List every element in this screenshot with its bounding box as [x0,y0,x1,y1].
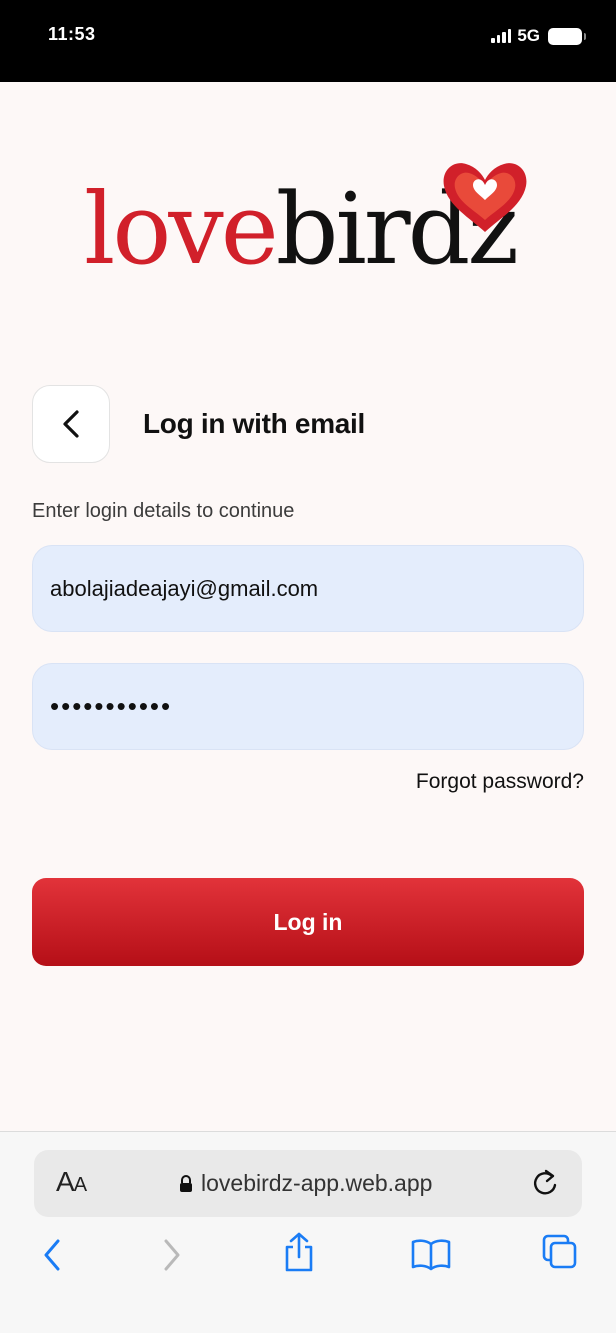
forward-nav-icon[interactable] [160,1237,184,1273]
status-time: 11:53 [48,24,96,44]
lovebirdz-logo: lovebirdz [84,160,534,285]
browser-toolbar: AA lovebirdz-app.web.app [0,1131,616,1333]
signal-icon [491,29,512,43]
chevron-left-icon [63,410,79,438]
form-subtitle: Enter login details to continue [32,500,295,522]
aa-big: A [56,1166,75,1197]
reload-icon[interactable] [530,1166,560,1200]
status-bar: 11:53 5G [0,0,616,82]
email-field[interactable] [32,545,584,632]
reader-settings-button[interactable]: AA [56,1166,87,1198]
forgot-password-link[interactable]: Forgot password? [416,770,584,794]
network-type: 5G [517,26,540,45]
login-button[interactable]: Log in [32,878,584,966]
url-text: lovebirdz-app.web.app [201,1170,433,1196]
logo-text-love: love [84,173,279,287]
email-input[interactable] [50,575,566,602]
share-icon[interactable] [282,1231,316,1273]
navigation-toolbar [0,1232,616,1297]
aa-small: A [73,1174,87,1196]
back-button[interactable] [32,385,110,463]
battery-icon [548,27,586,45]
password-input[interactable] [50,691,566,722]
bookmarks-icon[interactable] [410,1237,452,1271]
back-nav-icon[interactable] [40,1237,64,1273]
status-indicators: 5G [491,26,586,46]
lock-icon [180,1174,192,1192]
page-title: Log in with email [143,408,366,439]
url-display[interactable]: lovebirdz-app.web.app [179,1170,432,1197]
tabs-icon[interactable] [541,1233,579,1271]
heart-wings-icon [443,163,527,232]
password-field[interactable] [32,663,584,750]
address-bar[interactable]: AA lovebirdz-app.web.app [34,1150,582,1217]
